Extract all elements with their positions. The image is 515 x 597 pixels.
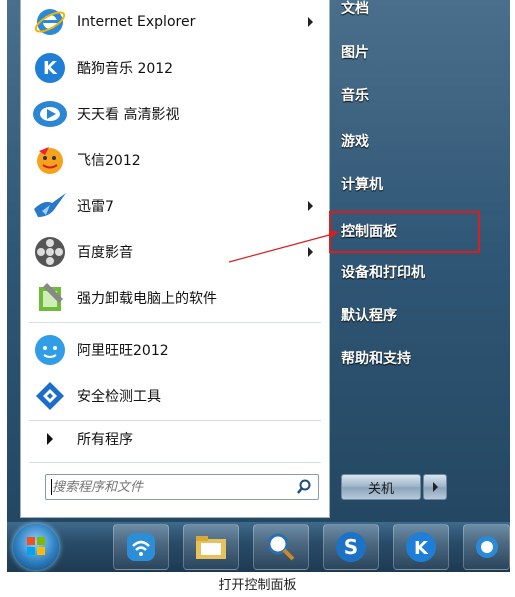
annotation-arrow (228, 230, 339, 263)
svg-text:S: S (344, 535, 358, 559)
screenshot-frame: Internet Explorer K 酷狗音乐 2012 天天看 高清影视 飞… (7, 0, 510, 572)
sogou-icon[interactable]: S (323, 524, 379, 570)
shutdown-button[interactable]: 关机 (341, 474, 421, 500)
folder-icon[interactable] (183, 524, 239, 570)
kugou-icon[interactable]: K (393, 524, 449, 570)
search-app-icon[interactable] (253, 524, 309, 570)
wifi-app-icon[interactable] (113, 524, 169, 570)
shutdown-options-button[interactable] (423, 474, 447, 500)
taskbar: S K (7, 522, 510, 572)
image-caption: 打开控制面板 (218, 578, 297, 593)
start-orb-icon[interactable] (13, 524, 59, 570)
internet-explorer-taskbar-icon[interactable] (463, 524, 510, 570)
arrow-right-icon (432, 482, 438, 492)
svg-text:K: K (414, 538, 429, 559)
